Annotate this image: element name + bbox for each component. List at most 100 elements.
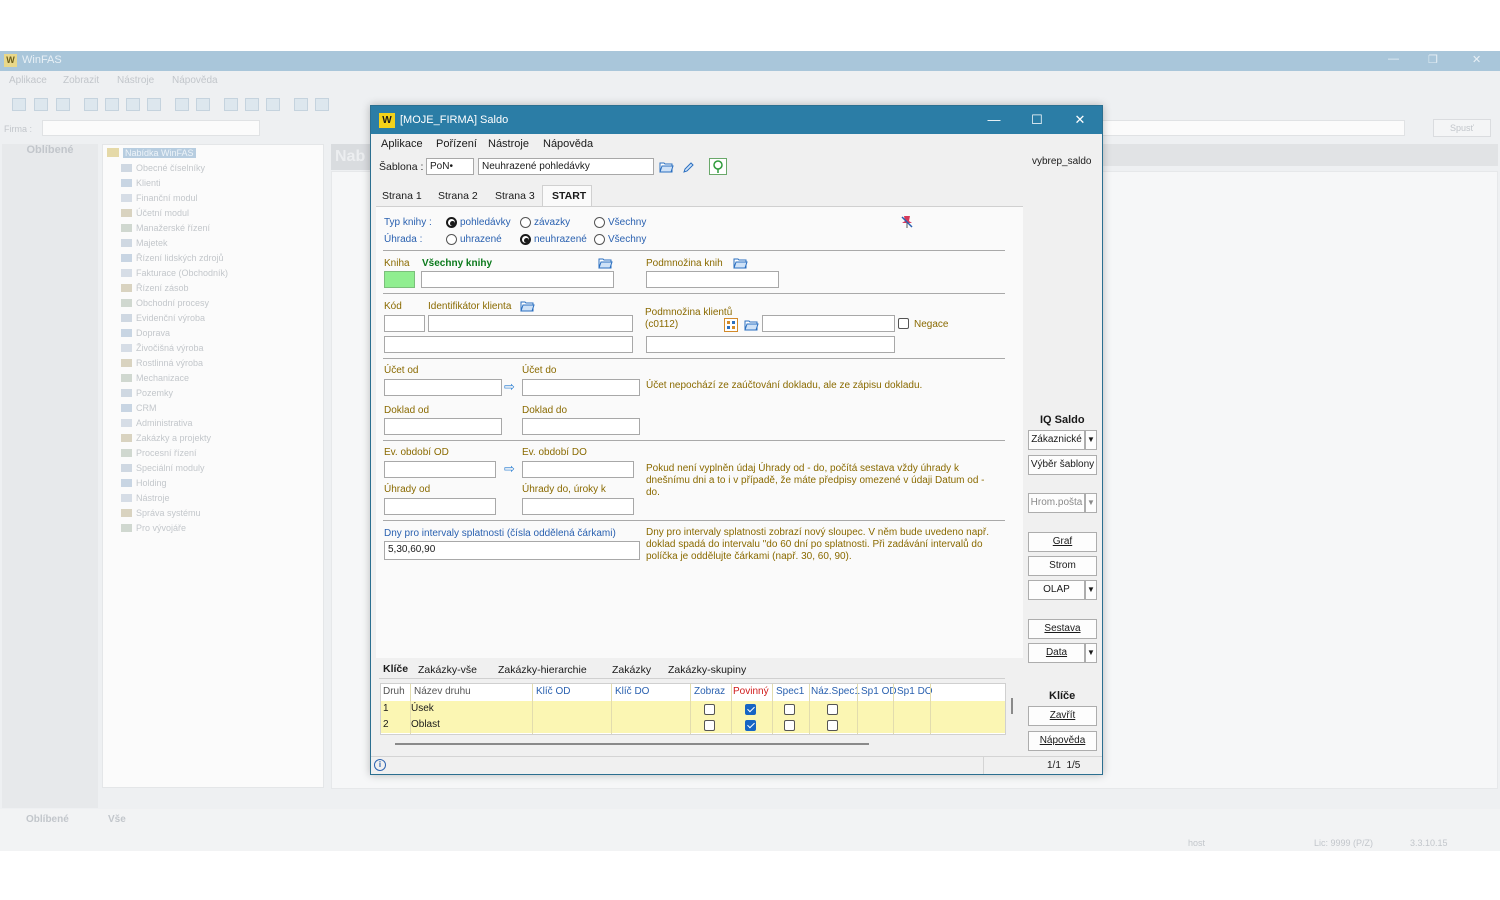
arrow-right-icon[interactable]: ⇨ — [504, 461, 515, 477]
tree-item[interactable]: Rostlinná výroba — [111, 358, 203, 368]
tree-item[interactable]: Pro vývojáře — [111, 523, 186, 533]
podmnozina-klientu-field[interactable] — [762, 315, 895, 332]
tree-item[interactable]: Doprava — [111, 328, 170, 338]
firma-field[interactable] — [42, 120, 260, 136]
col-zobraz[interactable]: Zobraz — [694, 686, 725, 697]
edit-pencil-icon[interactable] — [681, 161, 696, 173]
tree-item[interactable]: CRM — [111, 403, 157, 413]
tree-item[interactable]: Speciální moduly — [111, 463, 205, 473]
minimize-button[interactable]: — — [973, 106, 1015, 134]
radio-neuhrazene[interactable] — [520, 234, 531, 245]
col-spec1[interactable]: Spec1 — [776, 686, 804, 697]
tree-item[interactable]: Holding — [111, 478, 167, 488]
toolbar-icon[interactable] — [56, 98, 70, 111]
menu-nastroje[interactable]: Nástroje — [117, 75, 154, 86]
tree-item[interactable]: Procesní řízení — [111, 448, 197, 458]
tree-item[interactable]: Účetní modul — [111, 208, 189, 218]
tree-item[interactable]: Zakázky a projekty — [111, 433, 211, 443]
toolbar-icon[interactable] — [224, 98, 238, 111]
col-nazev[interactable]: Název druhu — [414, 686, 471, 697]
menu-zobrazit[interactable]: Zobrazit — [63, 75, 99, 86]
kniha-code-field[interactable] — [384, 271, 415, 288]
toolbar-icon[interactable] — [245, 98, 259, 111]
tree-item[interactable]: Finanční modul — [111, 193, 198, 203]
tree-item[interactable]: Živočišná výroba — [111, 343, 204, 353]
tree-item[interactable]: Řízení zásob — [111, 283, 189, 293]
arrow-right-icon[interactable]: ⇨ — [504, 379, 515, 395]
identifikator-field[interactable] — [428, 315, 633, 332]
doklad-od-field[interactable] — [384, 418, 502, 435]
tree-item[interactable]: Evidenční výroba — [111, 313, 205, 323]
tab-zakazky-vse[interactable]: Zakázky-vše — [418, 664, 477, 676]
data-dropdown-icon[interactable]: ▼ — [1085, 643, 1097, 663]
maximize-button[interactable]: ☐ — [1016, 106, 1058, 134]
data-button[interactable]: Data — [1028, 643, 1085, 663]
tab-start[interactable]: START — [542, 185, 592, 207]
tree-item[interactable]: Správa systému — [111, 508, 201, 518]
vyber-sablony-button[interactable]: Výběr šablony — [1028, 455, 1097, 475]
toolbar-icon[interactable] — [196, 98, 210, 111]
naz-spec1-checkbox[interactable] — [827, 704, 838, 715]
open-folder-icon[interactable] — [659, 161, 674, 173]
back-icon[interactable] — [84, 98, 98, 111]
menu-napoveda[interactable]: Nápověda — [172, 75, 218, 86]
col-klic-do[interactable]: Klíč DO — [615, 686, 649, 697]
spust-button[interactable]: Spusť — [1433, 119, 1491, 137]
tab-strana-3[interactable]: Strana 3 — [495, 190, 535, 202]
toolbar-icon[interactable] — [294, 98, 308, 111]
menu-napoveda[interactable]: Nápověda — [543, 138, 593, 150]
tab-zakazky-skupiny[interactable]: Zakázky-skupiny — [668, 664, 746, 676]
negace-checkbox[interactable] — [898, 318, 909, 329]
close-icon[interactable]: ✕ — [1472, 53, 1481, 66]
sablona-code-field[interactable]: PoN• — [426, 158, 474, 175]
radio-pohledavky[interactable] — [446, 217, 457, 228]
col-povinny[interactable]: Povinný — [733, 686, 769, 697]
tree-item[interactable]: Fakturace (Obchodník) — [111, 268, 228, 278]
tree-item[interactable]: Řízení lidských zdrojů — [111, 253, 224, 263]
zobraz-checkbox[interactable] — [704, 704, 715, 715]
tree-item[interactable]: Majetek — [111, 238, 168, 248]
col-druh[interactable]: Druh — [383, 686, 405, 697]
settings-icon[interactable] — [266, 98, 280, 111]
hrom-posta-dropdown-icon[interactable]: ▼ — [1085, 493, 1097, 513]
tree-item[interactable]: Manažerské řízení — [111, 223, 210, 233]
radio-uhrazene[interactable] — [446, 234, 457, 245]
grid-select-icon[interactable] — [724, 318, 738, 332]
menu-nastroje[interactable]: Nástroje — [488, 138, 529, 150]
tab-klice[interactable]: Klíče — [383, 663, 408, 675]
radio-vsechny-typ[interactable] — [594, 217, 605, 228]
tab-strana-2[interactable]: Strana 2 — [438, 190, 478, 202]
tree-item[interactable]: Obchodní procesy — [111, 298, 209, 308]
close-button[interactable]: ✕ — [1059, 106, 1101, 134]
uhrady-od-field[interactable] — [384, 498, 496, 515]
table-row[interactable]: 2 Oblast — [381, 717, 1005, 733]
tab-oblibene[interactable]: Oblíbené — [26, 814, 69, 825]
kod-field[interactable] — [384, 315, 425, 332]
toolbar-icon[interactable] — [175, 98, 189, 111]
strom-button[interactable]: Strom — [1028, 556, 1097, 576]
info-icon[interactable]: i — [374, 759, 386, 771]
zakaznicke-button[interactable]: Zákaznické — [1028, 430, 1085, 450]
command-field[interactable] — [1100, 120, 1405, 136]
refresh-icon[interactable] — [126, 98, 140, 111]
podmnozina-knih-field[interactable] — [646, 271, 779, 288]
tree-item[interactable]: Obecné číselníky — [111, 163, 205, 173]
tab-vse[interactable]: Vše — [108, 814, 126, 825]
graf-button[interactable]: Graf — [1028, 532, 1097, 552]
kniha-name-field[interactable] — [421, 271, 614, 288]
olap-button[interactable]: OLAP — [1028, 580, 1085, 600]
radio-zavazky[interactable] — [520, 217, 531, 228]
zavrit-button[interactable]: Zavřít — [1028, 706, 1097, 726]
tree-item[interactable]: Pozemky — [111, 388, 173, 398]
tree-item[interactable]: Administrativa — [111, 418, 193, 428]
dny-field[interactable]: 5,30,60,90 — [384, 541, 640, 560]
open-folder-icon[interactable] — [733, 257, 748, 269]
olap-dropdown-icon[interactable]: ▼ — [1085, 580, 1097, 600]
horizontal-scrollbar[interactable] — [395, 743, 869, 745]
col-sp1-do[interactable]: Sp1 DO — [897, 686, 933, 697]
spec1-checkbox[interactable] — [784, 720, 795, 731]
uhrady-do-field[interactable] — [522, 498, 634, 515]
zakaznicke-dropdown-icon[interactable]: ▼ — [1085, 430, 1097, 450]
doklad-do-field[interactable] — [522, 418, 640, 435]
tab-zakazky[interactable]: Zakázky — [612, 664, 651, 676]
